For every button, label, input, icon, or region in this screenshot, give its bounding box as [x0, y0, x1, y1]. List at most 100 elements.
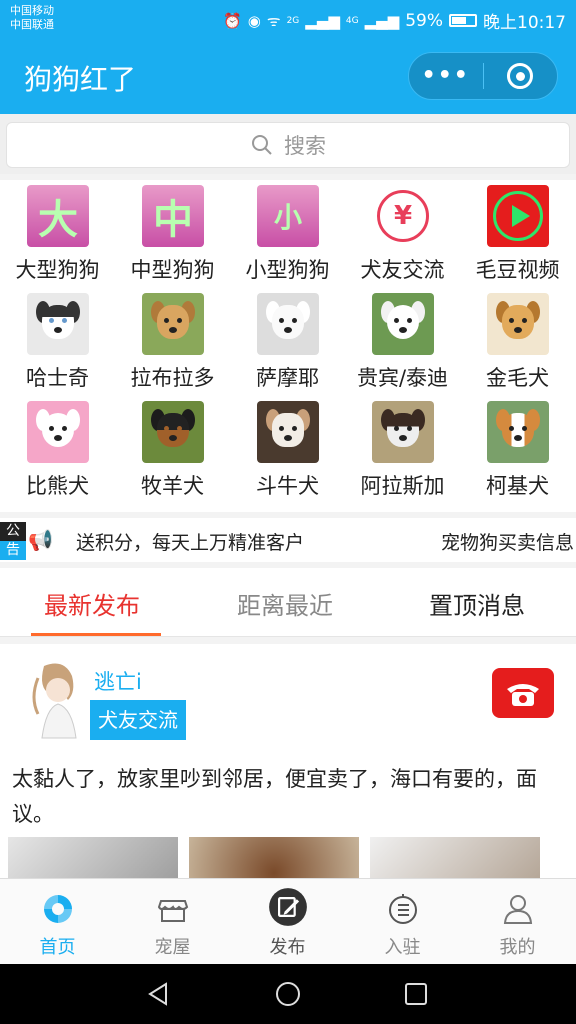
category-label: 牧羊犬	[141, 474, 204, 498]
post-username[interactable]: 逃亡i	[94, 666, 142, 696]
post-category-tag: 犬友交流	[90, 700, 186, 740]
feed-tabs: 最新发布 距离最近 置顶消息	[0, 568, 576, 637]
category-label: 毛豆视频	[475, 258, 560, 282]
category-label: 中型狗狗	[130, 258, 215, 282]
announcement-badge: 公 告	[0, 522, 26, 560]
tabbar-join[interactable]: 入驻	[345, 879, 460, 965]
category-label: 萨摩耶	[256, 366, 319, 390]
announcement-text: 送积分，每天上万精准客户	[76, 532, 305, 554]
tab-pinned[interactable]: 置顶消息	[429, 586, 525, 621]
category-labrador[interactable]: 拉布拉多	[115, 288, 230, 398]
tabbar-label: 首页	[39, 937, 76, 958]
more-menu-button[interactable]: •••	[409, 52, 483, 100]
husky-photo	[27, 293, 89, 355]
category-medium-dogs[interactable]: 中 中型狗狗	[115, 180, 230, 290]
video-play-icon	[487, 185, 549, 247]
large-dog-tile-icon: 大	[27, 185, 89, 247]
shop-icon	[157, 900, 189, 922]
category-label: 贵宾/泰迪	[356, 366, 449, 390]
network-2g-label: 2G	[286, 15, 300, 26]
wifi-icon: ᯤ	[266, 11, 281, 30]
close-mini-program-button[interactable]	[484, 63, 558, 89]
join-icon	[389, 894, 417, 924]
category-large-dogs[interactable]: 大 大型狗狗	[0, 180, 115, 290]
alaskan-photo	[372, 401, 434, 463]
medium-dog-tile-icon: 中	[142, 185, 204, 247]
tabbar-publish[interactable]: 发布	[230, 879, 345, 965]
category-samoyed[interactable]: 萨摩耶	[230, 288, 345, 398]
category-alaskan[interactable]: 阿拉斯加	[345, 396, 460, 506]
phone-icon	[507, 684, 539, 706]
category-golden-retriever[interactable]: 金毛犬	[460, 288, 575, 398]
carrier-labels: 中国移动 中国联通	[10, 4, 54, 32]
clock: 晚上10:17	[483, 13, 566, 33]
tabbar-shop[interactable]: 宠屋	[115, 879, 230, 965]
bulldog-photo	[257, 401, 319, 463]
category-bichon[interactable]: 比熊犬	[0, 396, 115, 506]
category-poodle-teddy[interactable]: 贵宾/泰迪	[345, 288, 460, 398]
app-title: 狗狗红了	[24, 63, 137, 96]
category-label: 犬友交流	[360, 258, 445, 282]
tabbar-home[interactable]: 首页	[0, 879, 115, 965]
post-card[interactable]: 逃亡i 犬友交流 太黏人了，放家里吵到邻居，便宜卖了，海口有要的，面议。	[0, 644, 576, 878]
avatar[interactable]	[24, 658, 86, 740]
category-video[interactable]: 毛豆视频	[460, 180, 575, 290]
status-bar: 中国移动 中国联通 ⏰ ◉ ᯤ 2G ▂▄▆ 4G ▂▄▆ 59% 晚上10:1…	[0, 0, 576, 40]
corgi-photo	[487, 401, 549, 463]
call-button[interactable]	[492, 668, 554, 718]
post-content: 太黏人了，放家里吵到邻居，便宜卖了，海口有要的，面议。	[12, 767, 537, 826]
tabbar-label: 我的	[499, 937, 536, 958]
home-icon	[44, 895, 72, 923]
search-icon	[252, 135, 272, 155]
category-corgi[interactable]: 柯基犬	[460, 396, 575, 506]
app-header: 狗狗红了 •••	[0, 40, 576, 114]
labrador-photo	[142, 293, 204, 355]
golden-retriever-photo	[487, 293, 549, 355]
network-4g-label: 4G	[345, 15, 359, 26]
megaphone-icon: 📢	[28, 528, 53, 552]
eye-icon: ◉	[247, 11, 261, 30]
profile-icon	[503, 895, 533, 924]
tabbar-label: 入驻	[384, 937, 421, 958]
announcement-bar[interactable]: 公 告 📢 送积分，每天上万精准客户 宠物狗买卖信息	[0, 518, 576, 562]
announcement-text-2: 宠物狗买卖信息	[440, 532, 574, 554]
category-small-dogs[interactable]: 小 小型狗狗	[230, 180, 345, 290]
bichon-photo	[27, 401, 89, 463]
recent-apps-icon[interactable]	[402, 980, 430, 1008]
category-label: 拉布拉多	[130, 366, 215, 390]
mini-program-capsule: •••	[408, 52, 558, 100]
samoyed-photo	[257, 293, 319, 355]
category-label: 哈士奇	[26, 366, 89, 390]
category-husky[interactable]: 哈士奇	[0, 288, 115, 398]
home-nav-icon[interactable]	[274, 980, 302, 1008]
search-input[interactable]: 搜索	[6, 122, 570, 168]
category-shepherd[interactable]: 牧羊犬	[115, 396, 230, 506]
post-photo-3[interactable]	[370, 837, 540, 878]
post-photo-1[interactable]	[8, 837, 178, 878]
signal-icon: ▂▄▆	[305, 11, 340, 30]
signal-icon-2: ▂▄▆	[364, 11, 400, 30]
category-label: 比熊犬	[26, 474, 89, 498]
category-bulldog[interactable]: 斗牛犬	[230, 396, 345, 506]
category-label: 金毛犬	[486, 366, 549, 390]
edit-icon	[269, 888, 307, 926]
active-tab-indicator	[31, 633, 161, 636]
category-label: 阿拉斯加	[360, 474, 445, 498]
category-dog-friends[interactable]: ¥ 犬友交流	[345, 180, 460, 290]
search-bar: 搜索	[0, 114, 576, 174]
tab-latest[interactable]: 最新发布	[44, 586, 140, 621]
status-icons: ⏰ ◉ ᯤ 2G ▂▄▆ 4G ▂▄▆ 59% 晚上10:17	[223, 8, 566, 34]
post-photo-2[interactable]	[189, 837, 359, 878]
tabbar-label: 宠屋	[154, 937, 191, 958]
category-label: 小型狗狗	[245, 258, 330, 282]
small-dog-tile-icon: 小	[257, 185, 319, 247]
back-icon[interactable]	[144, 980, 172, 1008]
carrier-1: 中国移动	[10, 4, 54, 17]
tab-nearest[interactable]: 距离最近	[237, 586, 333, 621]
category-label: 大型狗狗	[15, 258, 100, 282]
shepherd-photo	[142, 401, 204, 463]
category-label: 斗牛犬	[256, 474, 319, 498]
poodle-photo	[372, 293, 434, 355]
tabbar-profile[interactable]: 我的	[460, 879, 575, 965]
category-grid: 大 大型狗狗 中 中型狗狗 小 小型狗狗 ¥ 犬友交流 毛豆视频 哈士奇 拉布拉…	[0, 180, 576, 512]
